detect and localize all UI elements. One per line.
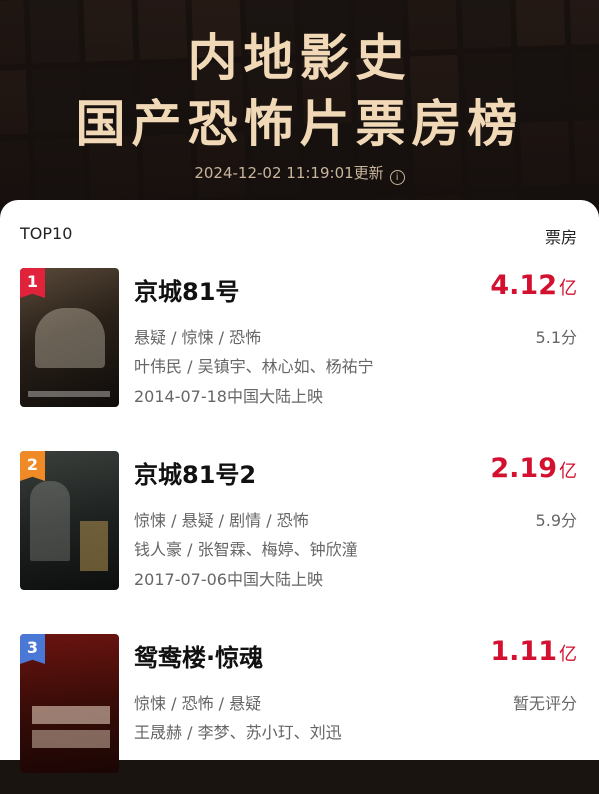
- movie-score: 暂无评分: [512, 694, 577, 713]
- page-title-line1: 内地影史: [187, 29, 412, 87]
- poster-caption-2: [32, 730, 110, 748]
- update-timestamp[interactable]: 2024-12-02 11:19:01更新 i: [0, 162, 599, 185]
- box-office-unit: 亿: [559, 461, 577, 482]
- movie-cast: 叶伟民 / 吴镇宇、林心如、杨祐宁: [134, 357, 374, 376]
- timestamp-text: 2024-12-02 11:19:01更新: [194, 164, 384, 182]
- movie-item[interactable]: 3 鸳鸯楼·惊魂 1.11 亿 惊悚 / 恐怖 / 悬疑 暂无评分 王晟赫 / 李…: [0, 634, 599, 794]
- info-circle-icon[interactable]: i: [389, 170, 405, 185]
- box-office-value: 1.11 亿: [490, 636, 577, 667]
- movie-release: 2017-07-06中国大陆上映: [134, 570, 323, 589]
- movie-score: 5.1分: [535, 328, 577, 347]
- movie-genres: 惊悚 / 恐怖 / 悬疑: [134, 694, 262, 713]
- movie-genres: 惊悚 / 悬疑 / 剧情 / 恐怖: [134, 511, 309, 530]
- movie-score: 5.9分: [535, 511, 577, 530]
- movie-item[interactable]: 2 京城81号2 2.19 亿 惊悚 / 悬疑 / 剧情 / 恐怖 5.9分 钱人…: [0, 451, 599, 611]
- poster-caption: [32, 706, 110, 724]
- poster-caption: [28, 391, 110, 397]
- hero-banner: 内地影史 国产恐怖片票房榜 2024-12-02 11:19:01更新 i: [0, 0, 599, 215]
- box-office-value: 2.19 亿: [490, 453, 577, 484]
- page-title-line2: 国产恐怖片票房榜: [75, 95, 524, 153]
- box-office-number: 4.12: [490, 270, 557, 301]
- movie-item[interactable]: 1 京城81号 4.12 亿 悬疑 / 惊悚 / 恐怖 5.1分 叶伟民 / 吴镇…: [0, 268, 599, 428]
- box-office-unit: 亿: [559, 644, 577, 665]
- list-label-boxoffice: 票房: [544, 228, 577, 247]
- movie-genres: 悬疑 / 惊悚 / 恐怖: [134, 328, 262, 347]
- ranking-card: TOP10 票房 1 京城81号 4.12 亿 悬疑 / 惊悚 / 恐怖 5.1分…: [0, 200, 599, 773]
- box-office-value: 4.12 亿: [490, 270, 577, 301]
- movie-title[interactable]: 京城81号2: [134, 455, 256, 490]
- movie-poster[interactable]: 1: [20, 268, 119, 407]
- movie-release: 2014-07-18中国大陆上映: [134, 387, 323, 406]
- movie-title[interactable]: 京城81号: [134, 272, 239, 307]
- movie-poster[interactable]: 3: [20, 634, 119, 773]
- poster-figures: [30, 481, 70, 561]
- rank-badge: 2: [20, 451, 45, 481]
- movie-poster[interactable]: 2: [20, 451, 119, 590]
- list-label-top10: TOP10: [20, 224, 73, 243]
- rank-badge: 1: [20, 268, 45, 298]
- box-office-unit: 亿: [559, 278, 577, 299]
- movie-title[interactable]: 鸳鸯楼·惊魂: [134, 638, 263, 673]
- poster-figures: [35, 308, 105, 368]
- box-office-number: 2.19: [490, 453, 557, 484]
- movie-cast: 钱人豪 / 张智霖、梅婷、钟欣潼: [134, 540, 358, 559]
- rank-badge: 3: [20, 634, 45, 664]
- poster-caption: [80, 521, 108, 571]
- box-office-number: 1.11: [490, 636, 557, 667]
- movie-cast: 王晟赫 / 李梦、苏小玎、刘迅: [134, 723, 342, 742]
